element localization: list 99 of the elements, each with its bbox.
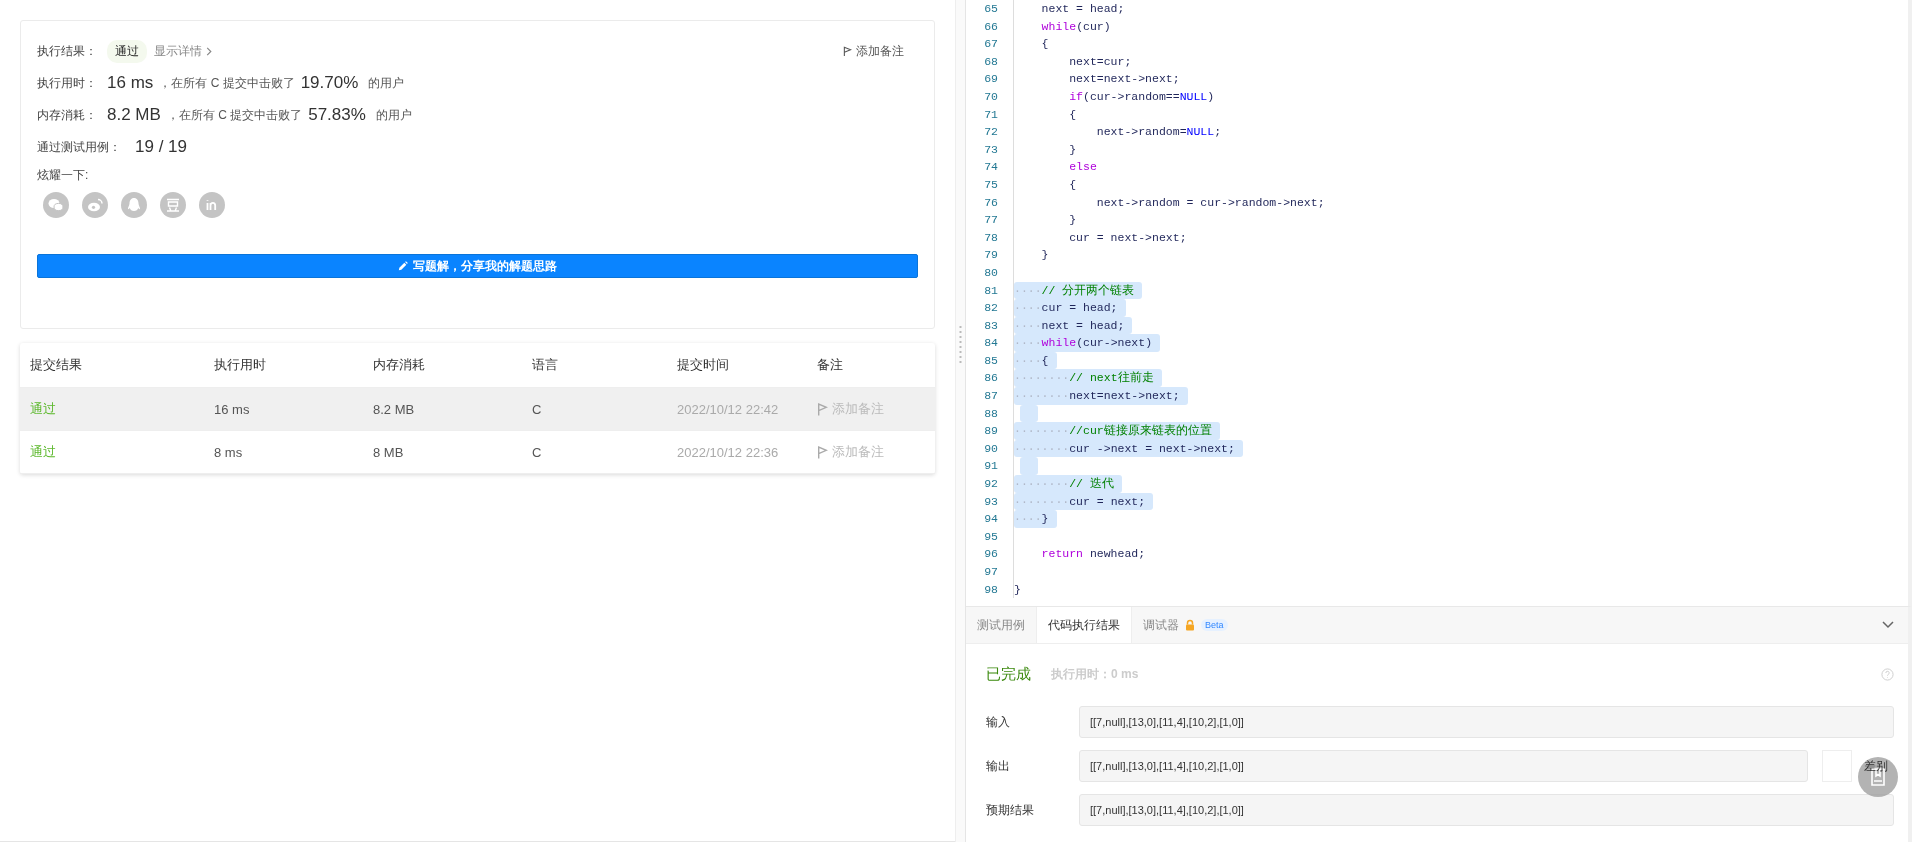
table-cell-text: 16 ms [214, 401, 251, 417]
table-cell-text: 8 MB [373, 444, 405, 460]
table-cell-text: 2022/10/12 22:36 [677, 444, 780, 460]
code-line: next=next->next; [1068, 71, 1181, 88]
line-number: 98 [983, 581, 999, 598]
stat-percent: 19.70% [300, 73, 359, 93]
status-link[interactable]: 通过 [30, 400, 214, 418]
stat-suffix: 的用户 [368, 74, 405, 92]
status-link[interactable]: 通过 [30, 443, 214, 461]
line-number: 92 [983, 476, 999, 493]
line-number: 65 [983, 1, 999, 17]
code-line: next->random = cur->random->next; [1095, 194, 1326, 211]
line-number: 70 [983, 88, 999, 105]
column-header: 执行用时 [214, 356, 267, 374]
add-note-button[interactable]: 添加备注 [817, 443, 884, 461]
line-number: 97 [983, 564, 999, 580]
line-number: 95 [983, 528, 999, 545]
code-line: { [1040, 36, 1050, 53]
code-line: cur = next->next; [1068, 229, 1188, 246]
details-link[interactable]: 显示详情 [154, 42, 212, 60]
column-header: 内存消耗 [373, 356, 426, 374]
code-line: next=cur; [1068, 53, 1133, 70]
table-cell-text: 8 ms [214, 444, 244, 460]
code-line: else [1068, 159, 1098, 176]
code-line: { [1068, 176, 1078, 193]
line-number: 84 [983, 335, 999, 352]
line-number: 96 [983, 546, 999, 563]
status-tag: 通过 [107, 39, 147, 63]
code-line: { [1068, 106, 1078, 123]
line-number: 89 [983, 423, 999, 440]
table-cell-text: 8.2 MB [373, 401, 416, 417]
line-number: 73 [983, 141, 999, 158]
io-field: [[7,null],[13,0],[11,4],[10,2],[1,0]] [1079, 706, 1894, 738]
line-number: 90 [983, 440, 999, 457]
line-number: 78 [983, 229, 999, 246]
code-line: next = head; [1040, 1, 1126, 17]
line-number: 87 [983, 388, 999, 405]
line-number: 79 [983, 247, 999, 264]
column-header: 备注 [817, 356, 844, 374]
diff-label: 差别 [1864, 757, 1888, 775]
column-header: 提交时间 [677, 356, 730, 374]
table-cell-text: C [532, 444, 543, 460]
stat-note: ，在所有 C 提交中击败了 [159, 74, 295, 92]
stat-value: 8.2 MB [107, 105, 161, 125]
code-line: } [1068, 212, 1078, 229]
line-number: 81 [983, 282, 999, 299]
result-label: 执行结果： [37, 42, 98, 60]
stat-label: 执行用时： [37, 74, 98, 92]
io-field: [[7,null],[13,0],[11,4],[10,2],[1,0]] [1079, 750, 1808, 782]
console-tab[interactable]: 调试器 Beta [1132, 607, 1239, 643]
stat-note: ，在所有 C 提交中击败了 [166, 106, 303, 124]
line-number: 77 [983, 212, 999, 229]
line-number: 68 [983, 53, 999, 70]
column-header: 提交结果 [30, 356, 83, 374]
stat-label: 内存消耗： [37, 106, 98, 124]
line-number: 66 [983, 18, 999, 35]
code-line: if(cur->random==NULL) [1068, 88, 1216, 105]
line-number: 76 [983, 194, 999, 211]
testcases-value: 19 / 19 [135, 137, 187, 157]
line-number: 71 [983, 106, 999, 123]
run-status: 已完成 [986, 664, 1031, 684]
submission-row[interactable]: 通过 8 ms 8 MB C 2022/10/12 22:36 添加备注 [20, 431, 935, 474]
testcases-label: 通过测试用例： [37, 138, 121, 156]
beta-badge: Beta [1201, 619, 1228, 631]
code-line: while(cur) [1040, 18, 1112, 35]
line-number: 86 [983, 370, 999, 387]
code-line: } [1014, 581, 1022, 598]
console-tab[interactable]: 测试用例 [966, 607, 1036, 643]
line-number: 82 [983, 300, 999, 317]
add-note-button[interactable]: 添加备注 [843, 42, 904, 60]
line-number: 83 [983, 317, 999, 334]
line-number: 72 [983, 124, 999, 141]
io-label: 预期结果 [986, 801, 1035, 819]
line-number: 93 [983, 493, 999, 510]
line-number: 69 [983, 71, 999, 88]
line-number: 94 [983, 511, 999, 528]
share-label: 炫耀一下: [37, 167, 90, 184]
stat-suffix: 的用户 [375, 106, 412, 124]
line-number: 80 [983, 264, 999, 281]
code-line: } [1068, 141, 1078, 158]
code-line: next->random=NULL; [1095, 124, 1223, 141]
io-label: 输入 [986, 713, 1011, 731]
table-cell-text: C [532, 401, 543, 417]
stat-value: 16 ms [107, 73, 154, 93]
line-number: 74 [983, 159, 999, 176]
code-line: return newhead; [1040, 546, 1147, 563]
code-line: } [1040, 247, 1050, 264]
table-cell-text: 2022/10/12 22:42 [677, 401, 780, 417]
line-number: 85 [983, 352, 999, 369]
write-solution-button[interactable]: 写题解，分享我的解题思路 [37, 254, 918, 278]
io-field: [[7,null],[13,0],[11,4],[10,2],[1,0]] [1079, 794, 1894, 826]
io-label: 输出 [986, 757, 1011, 775]
line-number: 67 [983, 36, 999, 53]
line-number: 88 [983, 405, 999, 422]
line-number: 91 [983, 458, 999, 475]
column-header: 语言 [532, 356, 559, 374]
stat-percent: 57.83% [308, 105, 366, 125]
console-tab[interactable]: 代码执行结果 [1036, 607, 1132, 643]
line-number: 75 [983, 176, 999, 193]
